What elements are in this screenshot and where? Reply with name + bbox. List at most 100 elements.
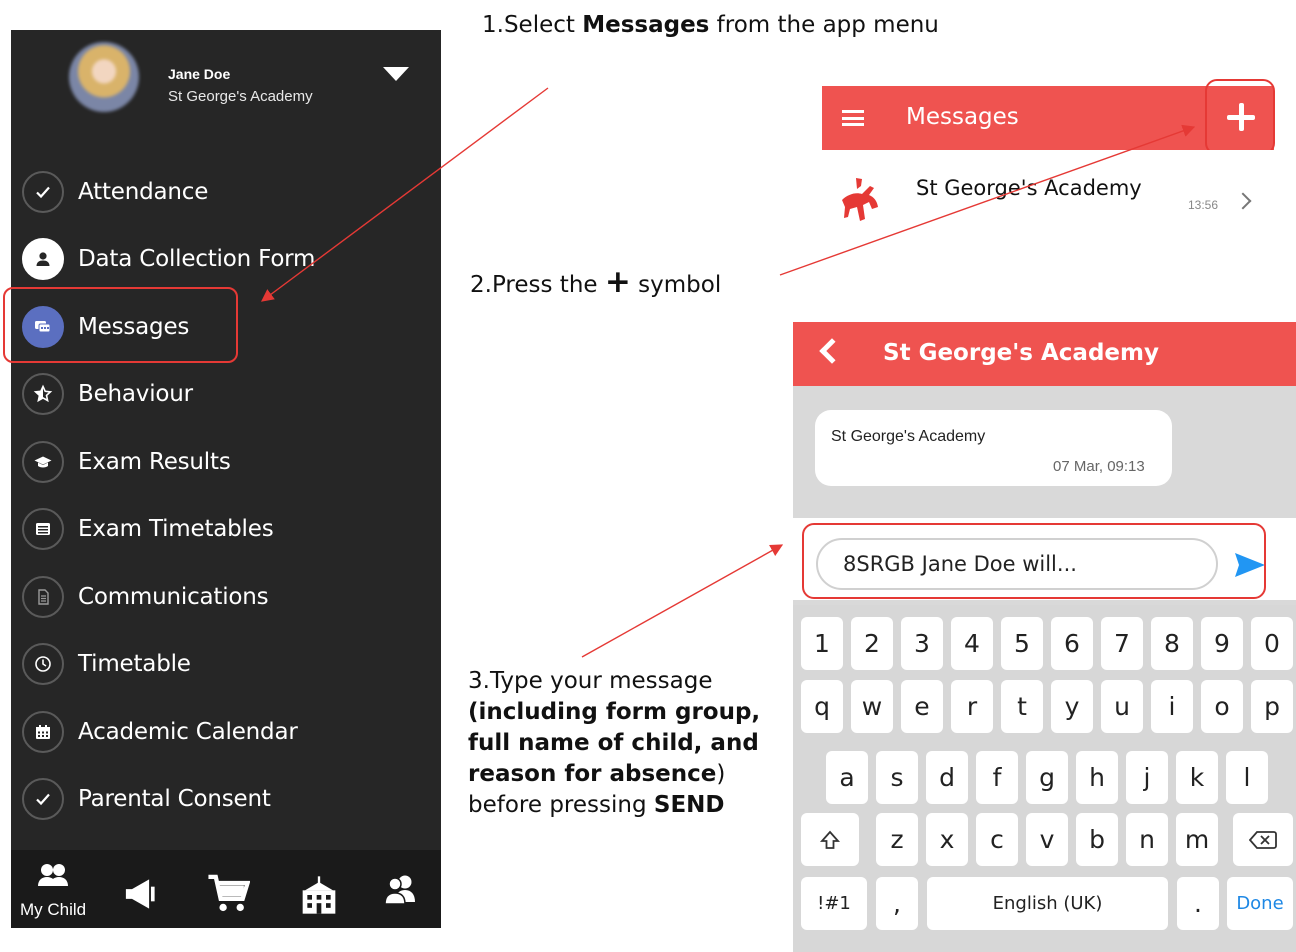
- conversation-header: St George's Academy: [793, 322, 1296, 386]
- check-icon: [22, 778, 64, 820]
- tutorial-canvas: Jane Doe St George's Academy Attendance …: [0, 0, 1296, 952]
- shift-key[interactable]: [801, 813, 859, 866]
- messages-highlight: [3, 287, 238, 363]
- key-m[interactable]: m: [1176, 813, 1218, 866]
- person-icon: [22, 238, 64, 280]
- cart-icon: [208, 874, 250, 912]
- menu-item-label: Behaviour: [78, 381, 193, 407]
- key-x[interactable]: x: [926, 813, 968, 866]
- key-3[interactable]: 3: [901, 617, 943, 670]
- menu-item-label: Parental Consent: [78, 786, 271, 812]
- step-1-text-end: from the app menu: [709, 12, 939, 38]
- menu-item-label: Academic Calendar: [78, 719, 298, 745]
- step-1-number: 1.: [482, 12, 504, 38]
- key-1[interactable]: 1: [801, 617, 843, 670]
- key-s[interactable]: s: [876, 751, 918, 804]
- step-2-number: 2.: [470, 272, 492, 298]
- list-icon: [22, 508, 64, 550]
- nav-school[interactable]: [298, 874, 340, 916]
- key-q[interactable]: q: [801, 680, 843, 733]
- key-k[interactable]: k: [1176, 751, 1218, 804]
- menu-item-timetable[interactable]: Timetable: [22, 642, 422, 686]
- megaphone-icon: [125, 879, 155, 909]
- key-d[interactable]: d: [926, 751, 968, 804]
- nav-contacts[interactable]: [383, 872, 419, 908]
- menu-item-label: Exam Timetables: [78, 516, 274, 542]
- key-c[interactable]: c: [976, 813, 1018, 866]
- key-t[interactable]: t: [1001, 680, 1043, 733]
- graduation-cap-icon: [22, 441, 64, 483]
- key-v[interactable]: v: [1026, 813, 1068, 866]
- message-thread-row[interactable]: St George's Academy 13:56: [822, 150, 1274, 234]
- comma-key[interactable]: ,: [876, 877, 918, 930]
- key-9[interactable]: 9: [1201, 617, 1243, 670]
- menu-item-communications[interactable]: Communications: [22, 575, 422, 619]
- menu-item-exam-timetables[interactable]: Exam Timetables: [22, 507, 422, 551]
- space-key[interactable]: English (UK): [927, 877, 1168, 930]
- step-3-line-3: full name of child, and: [468, 730, 759, 756]
- key-5[interactable]: 5: [1001, 617, 1043, 670]
- back-arrow-icon[interactable]: [819, 338, 845, 364]
- key-8[interactable]: 8: [1151, 617, 1193, 670]
- key-e[interactable]: e: [901, 680, 943, 733]
- key-j[interactable]: j: [1126, 751, 1168, 804]
- menu-item-behaviour[interactable]: Behaviour: [22, 372, 422, 416]
- step-3-line-1: 3.Type your message: [468, 668, 713, 694]
- step-3-line-4: reason for absence): [468, 761, 726, 787]
- backspace-key[interactable]: [1233, 813, 1293, 866]
- document-icon: [22, 576, 64, 618]
- key-i[interactable]: i: [1151, 680, 1193, 733]
- key-u[interactable]: u: [1101, 680, 1143, 733]
- key-r[interactable]: r: [951, 680, 993, 733]
- key-2[interactable]: 2: [851, 617, 893, 670]
- key-p[interactable]: p: [1251, 680, 1293, 733]
- conversation-title: St George's Academy: [883, 340, 1159, 366]
- period-key[interactable]: .: [1177, 877, 1219, 930]
- key-f[interactable]: f: [976, 751, 1018, 804]
- dropdown-arrow-icon[interactable]: [383, 67, 409, 81]
- key-l[interactable]: l: [1226, 751, 1268, 804]
- step-3-line-5: before pressing SEND: [468, 792, 725, 818]
- star-icon: [22, 373, 64, 415]
- symbols-key[interactable]: !#1: [801, 877, 867, 930]
- step-2-text: Press the: [491, 272, 605, 298]
- menu-item-exam-results[interactable]: Exam Results: [22, 440, 422, 484]
- message-input-highlight: [802, 523, 1266, 599]
- calendar-icon: [22, 711, 64, 753]
- step-3-line-2: (including form group,: [468, 699, 761, 725]
- nav-shop[interactable]: [206, 872, 250, 916]
- shift-arrow-icon: [819, 830, 841, 849]
- key-a[interactable]: a: [826, 751, 868, 804]
- menu-item-parental-consent[interactable]: Parental Consent: [22, 777, 422, 821]
- key-w[interactable]: w: [851, 680, 893, 733]
- key-o[interactable]: o: [1201, 680, 1243, 733]
- key-y[interactable]: y: [1051, 680, 1093, 733]
- key-h[interactable]: h: [1076, 751, 1118, 804]
- school-building-icon: [302, 876, 336, 914]
- menu-item-attendance[interactable]: Attendance: [22, 170, 422, 214]
- profile-name: Jane Doe: [168, 66, 231, 82]
- menu-item-label: Communications: [78, 584, 269, 610]
- key-7[interactable]: 7: [1101, 617, 1143, 670]
- key-b[interactable]: b: [1076, 813, 1118, 866]
- key-6[interactable]: 6: [1051, 617, 1093, 670]
- hamburger-menu-icon[interactable]: [842, 110, 864, 126]
- nav-announcements[interactable]: [121, 872, 165, 916]
- profile-school: St George's Academy: [168, 88, 313, 105]
- key-n[interactable]: n: [1126, 813, 1168, 866]
- key-4[interactable]: 4: [951, 617, 993, 670]
- done-key[interactable]: Done: [1227, 877, 1293, 930]
- avatar[interactable]: [69, 42, 139, 112]
- people-icon: [384, 875, 415, 905]
- bubble-time: 07 Mar, 09:13: [1053, 458, 1145, 475]
- step-1-bold: Messages: [582, 12, 710, 38]
- menu-item-academic-calendar[interactable]: Academic Calendar: [22, 710, 422, 754]
- step-2-instruction: 2.Press the + symbol: [470, 267, 721, 301]
- step-3-instruction: 3.Type your message (including form grou…: [468, 666, 760, 821]
- key-0[interactable]: 0: [1251, 617, 1293, 670]
- menu-item-label: Attendance: [78, 179, 209, 205]
- nav-my-child[interactable]: My Child: [20, 860, 86, 920]
- key-z[interactable]: z: [876, 813, 918, 866]
- key-g[interactable]: g: [1026, 751, 1068, 804]
- menu-item-data-collection-form[interactable]: Data Collection Form: [22, 237, 422, 281]
